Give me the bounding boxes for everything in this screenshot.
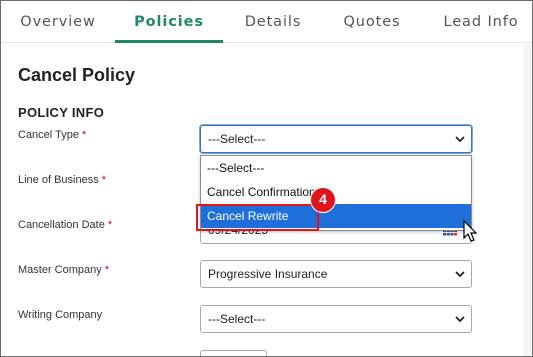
writing-company-label-text: Writing Company <box>18 309 103 321</box>
required-marker: * <box>107 219 113 231</box>
line-of-business-label: Line of Business * <box>18 174 106 186</box>
app-frame: Overview Policies Details Quotes Lead In… <box>0 0 533 357</box>
chevron-down-icon <box>455 316 465 323</box>
next-field-input[interactable] <box>200 350 267 356</box>
cancel-type-label: Cancel Type * <box>18 129 86 141</box>
cancel-type-value: ---Select--- <box>208 132 266 146</box>
cancel-type-dropdown-list: ---Select--- Cancel Confirmation Cancel … <box>200 155 472 231</box>
master-company-label: Master Company * <box>18 264 109 276</box>
page-title: Cancel Policy <box>18 65 136 85</box>
master-company-select[interactable]: Progressive Insurance <box>200 260 472 288</box>
required-marker: * <box>101 174 106 186</box>
step-number-badge: 4 <box>310 187 336 213</box>
section-title: POLICY INFO <box>18 105 105 120</box>
writing-company-label: Writing Company <box>18 309 102 321</box>
writing-company-value: ---Select--- <box>208 312 266 326</box>
dropdown-option-select[interactable]: ---Select--- <box>201 156 471 180</box>
cancel-type-select[interactable]: ---Select--- <box>200 125 472 153</box>
master-company-label-text: Master Company <box>18 264 102 276</box>
dropdown-option-cancel-rewrite[interactable]: Cancel Rewrite <box>201 204 471 228</box>
vertical-scrollbar[interactable] <box>523 44 531 356</box>
line-of-business-label-text: Line of Business <box>18 174 99 186</box>
tab-overview[interactable]: Overview <box>11 1 105 43</box>
chevron-down-icon <box>455 136 465 143</box>
cancellation-date-label-text: Cancellation Date <box>18 219 105 231</box>
required-marker: * <box>104 264 110 276</box>
mouse-cursor-icon <box>463 220 478 242</box>
tab-quotes[interactable]: Quotes <box>333 1 411 43</box>
tab-details[interactable]: Details <box>233 1 313 43</box>
dropdown-option-cancel-confirmation[interactable]: Cancel Confirmation <box>201 180 471 204</box>
required-marker: * <box>81 129 87 141</box>
cancellation-date-label: Cancellation Date * <box>18 219 112 231</box>
master-company-value: Progressive Insurance <box>208 267 328 281</box>
tab-lead-info[interactable]: Lead Info <box>431 1 531 43</box>
tab-bar: Overview Policies Details Quotes Lead In… <box>1 1 532 43</box>
tab-policies[interactable]: Policies <box>115 1 223 43</box>
chevron-down-icon <box>455 271 465 278</box>
writing-company-select[interactable]: ---Select--- <box>200 305 472 333</box>
cancel-type-label-text: Cancel Type <box>18 129 79 141</box>
